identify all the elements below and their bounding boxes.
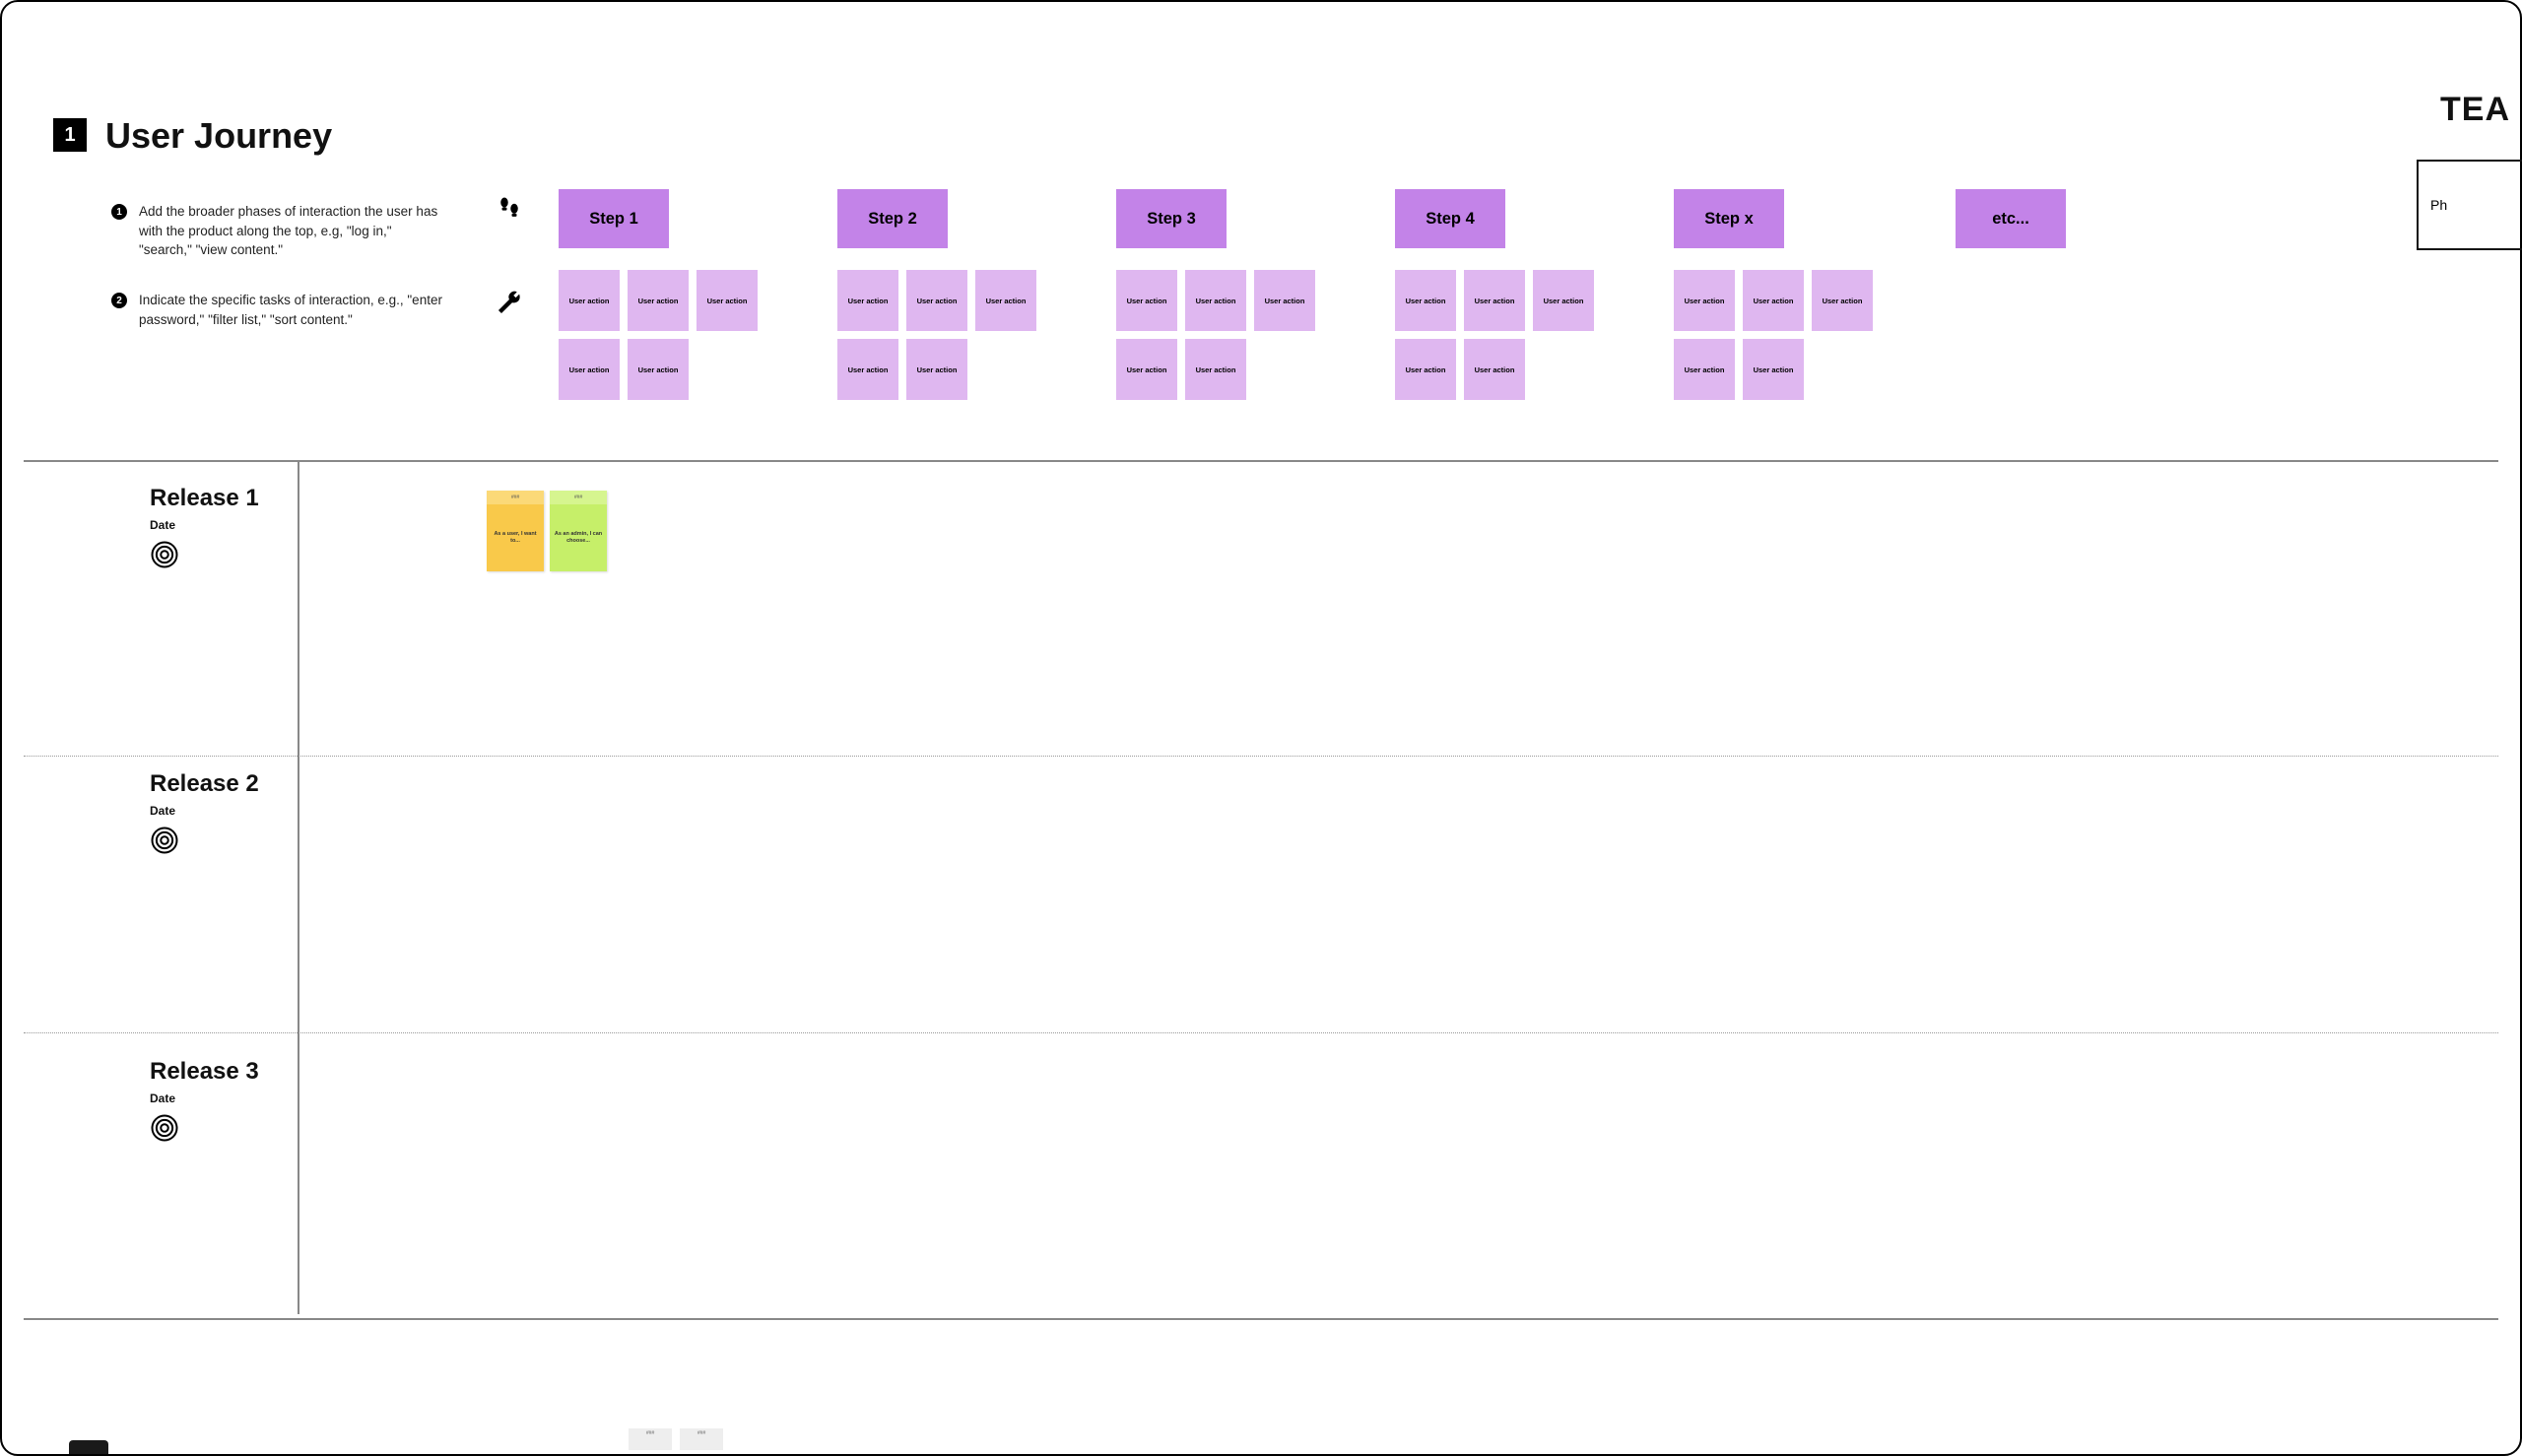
- user-action-sticky[interactable]: User action: [906, 339, 967, 400]
- mini-sticky[interactable]: ###: [629, 1428, 672, 1450]
- divider-horizontal: [24, 460, 2498, 462]
- release-title: Release 1: [150, 485, 259, 512]
- divider-horizontal: [24, 1318, 2498, 1320]
- user-action-sticky[interactable]: User action: [1743, 270, 1804, 331]
- user-action-sticky[interactable]: User action: [1116, 270, 1177, 331]
- divider-dotted: [24, 756, 2498, 757]
- release-3-header: Release 3 Date: [150, 1058, 259, 1148]
- target-icon: [150, 1113, 259, 1148]
- release-title: Release 3: [150, 1058, 259, 1086]
- sticky-tab: ###: [487, 491, 544, 504]
- instruction-row-2: 2 Indicate the specific tasks of interac…: [111, 291, 446, 329]
- release-title: Release 2: [150, 770, 259, 798]
- user-action-sticky[interactable]: User action: [837, 270, 898, 331]
- user-story-sticky[interactable]: ### As a user, I want to...: [487, 491, 544, 571]
- user-story-sticky[interactable]: ### As an admin, I can choose...: [550, 491, 607, 571]
- instruction-row-1: 1 Add the broader phases of interaction …: [111, 202, 446, 260]
- release-date: Date: [150, 1092, 259, 1105]
- user-action-sticky[interactable]: User action: [559, 270, 620, 331]
- toolbar-fragment[interactable]: [69, 1440, 108, 1454]
- user-action-sticky[interactable]: User action: [1395, 270, 1456, 331]
- step-box[interactable]: Step 2: [837, 189, 948, 248]
- team-box-partial[interactable]: Ph: [2417, 160, 2522, 250]
- step-column[interactable]: Step 1 User action User action User acti…: [559, 189, 805, 400]
- step-column[interactable]: Step 2 User action User action User acti…: [837, 189, 1084, 400]
- user-action-sticky[interactable]: User action: [1464, 270, 1525, 331]
- sticky-body: As a user, I want to...: [487, 504, 544, 571]
- user-action-sticky[interactable]: User action: [559, 339, 620, 400]
- target-icon: [150, 540, 259, 574]
- user-action-sticky[interactable]: User action: [628, 339, 689, 400]
- release-2-header: Release 2 Date: [150, 770, 259, 860]
- user-action-sticky[interactable]: User action: [1743, 339, 1804, 400]
- user-action-sticky[interactable]: User action: [1812, 270, 1873, 331]
- section-number-badge: 1: [53, 118, 87, 152]
- release-1-header: Release 1 Date: [150, 485, 259, 574]
- step-box[interactable]: Step 3: [1116, 189, 1227, 248]
- user-action-sticky[interactable]: User action: [697, 270, 758, 331]
- footprints-icon: [495, 195, 524, 230]
- step-box[interactable]: Step x: [1674, 189, 1784, 248]
- sticky-tab: ###: [550, 491, 607, 504]
- wrench-icon: [495, 290, 522, 322]
- user-action-sticky[interactable]: User action: [628, 270, 689, 331]
- user-action-sticky[interactable]: User action: [1464, 339, 1525, 400]
- step-column[interactable]: Step 4 User action User action User acti…: [1395, 189, 1641, 400]
- user-action-sticky[interactable]: User action: [1185, 339, 1246, 400]
- release-date: Date: [150, 518, 259, 532]
- target-icon: [150, 826, 259, 860]
- divider-vertical: [298, 460, 299, 1314]
- sticky-body: As an admin, I can choose...: [550, 504, 607, 571]
- user-action-sticky[interactable]: User action: [906, 270, 967, 331]
- mini-sticky[interactable]: ###: [680, 1428, 723, 1450]
- user-action-sticky[interactable]: User action: [837, 339, 898, 400]
- user-action-sticky[interactable]: User action: [1533, 270, 1594, 331]
- user-action-sticky[interactable]: User action: [1254, 270, 1315, 331]
- step-box[interactable]: Step 4: [1395, 189, 1505, 248]
- user-action-sticky[interactable]: User action: [1395, 339, 1456, 400]
- step-box-etc[interactable]: etc...: [1956, 189, 2066, 248]
- step-column[interactable]: Step x User action User action User acti…: [1674, 189, 1920, 400]
- instruction-text: Add the broader phases of interaction th…: [139, 202, 446, 260]
- release-date: Date: [150, 804, 259, 818]
- divider-dotted: [24, 1032, 2498, 1033]
- user-action-sticky[interactable]: User action: [1116, 339, 1177, 400]
- step-column[interactable]: Step 3 User action User action User acti…: [1116, 189, 1362, 400]
- instruction-text: Indicate the specific tasks of interacti…: [139, 291, 446, 329]
- instruction-number: 2: [111, 293, 127, 308]
- team-heading-partial: TEA: [2440, 91, 2510, 129]
- page-title: User Journey: [105, 115, 332, 157]
- user-action-sticky[interactable]: User action: [1674, 339, 1735, 400]
- step-box[interactable]: Step 1: [559, 189, 669, 248]
- user-action-sticky[interactable]: User action: [1185, 270, 1246, 331]
- user-action-sticky[interactable]: User action: [975, 270, 1036, 331]
- instruction-number: 1: [111, 204, 127, 220]
- user-action-sticky[interactable]: User action: [1674, 270, 1735, 331]
